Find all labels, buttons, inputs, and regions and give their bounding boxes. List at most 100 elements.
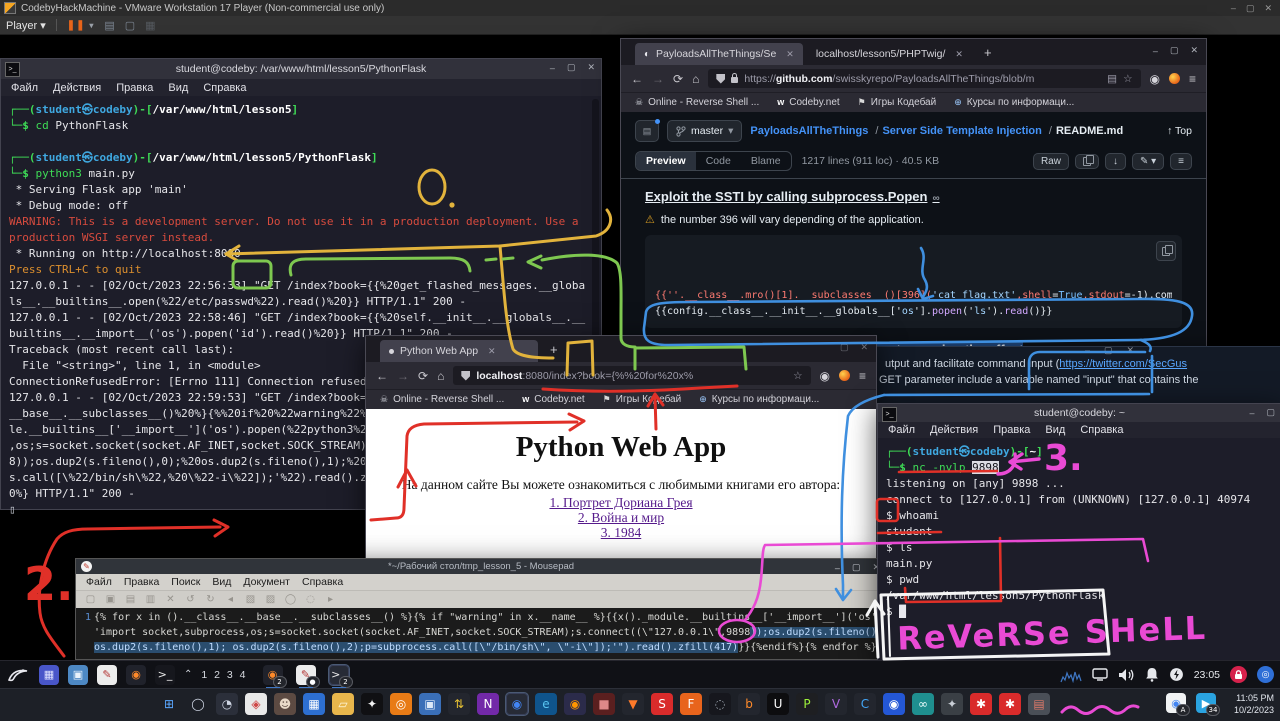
close-button[interactable]: ✕ <box>587 62 595 73</box>
raw-button[interactable]: Raw <box>1033 153 1069 170</box>
url-bar[interactable]: https://github.com/swisskyrepo/PayloadsA… <box>708 69 1140 88</box>
suspend-vm-button[interactable]: ❚❚ ▾ <box>67 20 95 31</box>
anchor-link-icon[interactable]: ∞ <box>932 193 939 204</box>
app-maps[interactable]: ◉ <box>883 693 905 715</box>
file-view-tabs[interactable]: PreviewCodeBlame <box>635 151 792 171</box>
tab-localhost-phptwig[interactable]: localhost/lesson5/PHPTwig/✕ <box>807 43 972 65</box>
pocket-icon[interactable]: ◉ <box>820 369 830 383</box>
mp-tool-close[interactable]: ✕ <box>164 593 177 606</box>
app-blender[interactable]: b <box>738 693 760 715</box>
tab-payloadsallthethings[interactable]: ◐ PayloadsAllTheThings/Se✕ <box>635 43 803 65</box>
terminal-menu-item[interactable]: Вид <box>168 82 188 94</box>
extension-icon[interactable] <box>839 370 850 381</box>
reload-button[interactable]: ⟳ <box>673 72 683 86</box>
mp-tool-goto[interactable]: ▸ <box>324 593 337 606</box>
launcher-show-desktop[interactable]: ▦ <box>39 665 59 685</box>
book-link[interactable]: 2. Война и мир <box>366 510 876 525</box>
launcher-file-manager[interactable]: ▣ <box>68 665 88 685</box>
terminal-titlebar[interactable]: >_ student@codeby: /var/www/html/lesson5… <box>1 59 601 79</box>
breadcrumb-item[interactable]: PayloadsAllTheThings <box>750 125 878 137</box>
minimize-button[interactable]: – <box>835 563 840 573</box>
bookmark-item[interactable]: Курсы по информаци... <box>954 97 1074 108</box>
bookmark-item[interactable]: Codeby.net <box>777 97 839 108</box>
mousepad-menu-item[interactable]: Поиск <box>171 576 200 588</box>
close-button[interactable]: ✕ <box>1127 345 1135 356</box>
vmware-maximize-button[interactable]: ▢ <box>1246 3 1255 14</box>
twitter-link[interactable]: https://twitter.com/SecGus <box>1059 358 1187 370</box>
extension-icon[interactable] <box>1169 73 1180 84</box>
tab-close-icon[interactable]: ✕ <box>488 346 496 357</box>
app-ring[interactable]: ◌ <box>709 693 731 715</box>
mousepad-menu-item[interactable]: Документ <box>243 576 290 588</box>
mp-tool-new[interactable]: ▢ <box>84 593 97 606</box>
app-firefox[interactable]: ◉ <box>564 693 586 715</box>
app-gauge[interactable]: ◔ <box>216 693 238 715</box>
reload-button[interactable]: ⟳ <box>418 369 428 383</box>
launcher-terminal[interactable]: >_ <box>155 665 175 685</box>
copy-code-button[interactable] <box>1156 241 1176 261</box>
maximize-button[interactable]: ▢ <box>840 342 849 353</box>
new-tab-button[interactable]: + <box>976 45 1000 60</box>
maximize-button[interactable]: ▢ <box>1266 407 1275 418</box>
terminal-menu-item[interactable]: Справка <box>1080 424 1123 436</box>
bookmark-item[interactable]: Игры Кодебай <box>858 97 937 108</box>
terminal-menu-item[interactable]: Действия <box>53 82 101 94</box>
forward-button[interactable]: → <box>397 369 409 383</box>
tray-chrome[interactable]: ◉A <box>1166 693 1186 713</box>
task-mousepad[interactable]: ✎● <box>296 665 316 685</box>
tab-close-icon[interactable]: ✕ <box>955 49 963 60</box>
app-carrot[interactable]: ▼ <box>622 693 644 715</box>
windows-clock[interactable]: 11:05 PM 10/2/2023 <box>1234 692 1274 716</box>
minimize-button[interactable]: – <box>1249 408 1254 418</box>
back-button[interactable]: ← <box>376 369 388 383</box>
terminal-menu-item[interactable]: Действия <box>930 424 978 436</box>
book-list[interactable]: 1. Портрет Дориана Грея2. Война и мир3. … <box>366 495 876 540</box>
bookmark-item[interactable]: Online - Reverse Shell ... <box>635 97 759 108</box>
bookmark-star-icon[interactable]: ☆ <box>1123 73 1132 85</box>
task-terminal[interactable]: >_2 <box>329 665 349 685</box>
close-button[interactable]: ✕ <box>1190 45 1198 56</box>
app-gray[interactable]: ✦ <box>941 693 963 715</box>
section-heading-subprocess-popen[interactable]: Exploit the SSTI by calling subprocess.P… <box>645 189 1182 204</box>
app-teal[interactable]: ∞ <box>912 693 934 715</box>
maximize-button[interactable]: ▢ <box>852 562 861 573</box>
terminal-menu-item[interactable]: Файл <box>888 424 915 436</box>
bookmark-item[interactable]: Курсы по информаци... <box>699 394 819 405</box>
launcher-mousepad[interactable]: ✎ <box>97 665 117 685</box>
tab-close-icon[interactable]: ✕ <box>786 49 794 60</box>
terminal-menu-item[interactable]: Справка <box>203 82 246 94</box>
pocket-icon[interactable]: ◉ <box>1150 72 1160 86</box>
mp-tool-open[interactable]: ▣ <box>104 593 117 606</box>
minimize-button[interactable]: – <box>1085 345 1090 356</box>
mousepad-menu-item[interactable]: Правка <box>124 576 159 588</box>
app-edge[interactable]: e <box>535 693 557 715</box>
book-link[interactable]: 3. 1984 <box>366 525 876 540</box>
win-search[interactable]: ◯ <box>187 693 209 715</box>
app-chrome[interactable]: ◉ <box>506 693 528 715</box>
tab-python-web-app[interactable]: Python Web App✕ <box>380 340 538 362</box>
new-tab-button[interactable]: + <box>542 342 566 357</box>
tracking-shield-icon[interactable] <box>461 371 470 381</box>
breadcrumb-item[interactable]: Server Side Template Injection <box>882 125 1051 137</box>
mp-tool-redo[interactable]: ↻ <box>204 593 217 606</box>
mousepad-menu-item[interactable]: Файл <box>86 576 112 588</box>
app-unreal[interactable]: U <box>767 693 789 715</box>
app-explorer[interactable]: ▱ <box>332 693 354 715</box>
launcher-firefox[interactable]: ◉ <box>126 665 146 685</box>
app-pycharm[interactable]: P <box>796 693 818 715</box>
app-gear-red-2[interactable]: ✱ <box>999 693 1021 715</box>
vmware-close-button[interactable]: ✕ <box>1264 3 1272 14</box>
bookmark-item[interactable]: Online - Reverse Shell ... <box>380 394 504 405</box>
app-notes-black[interactable]: ✦ <box>361 693 383 715</box>
menu-icon[interactable]: ≡ <box>1189 72 1196 86</box>
menu-icon[interactable]: ≡ <box>859 369 866 383</box>
mp-tool-cut[interactable]: ◂ <box>224 593 237 606</box>
minimize-button[interactable]: – <box>550 63 555 73</box>
book-link[interactable]: 1. Портрет Дориана Грея <box>366 495 876 510</box>
breadcrumb[interactable]: PayloadsAllTheThings Server Side Template… <box>750 125 1123 137</box>
app-s-red[interactable]: S <box>651 693 673 715</box>
branch-selector[interactable]: master ▾ <box>667 120 742 142</box>
terminal-menu-item[interactable]: Правка <box>993 424 1030 436</box>
app-gear-red-1[interactable]: ✱ <box>970 693 992 715</box>
terminal-menu-item[interactable]: Файл <box>11 82 38 94</box>
